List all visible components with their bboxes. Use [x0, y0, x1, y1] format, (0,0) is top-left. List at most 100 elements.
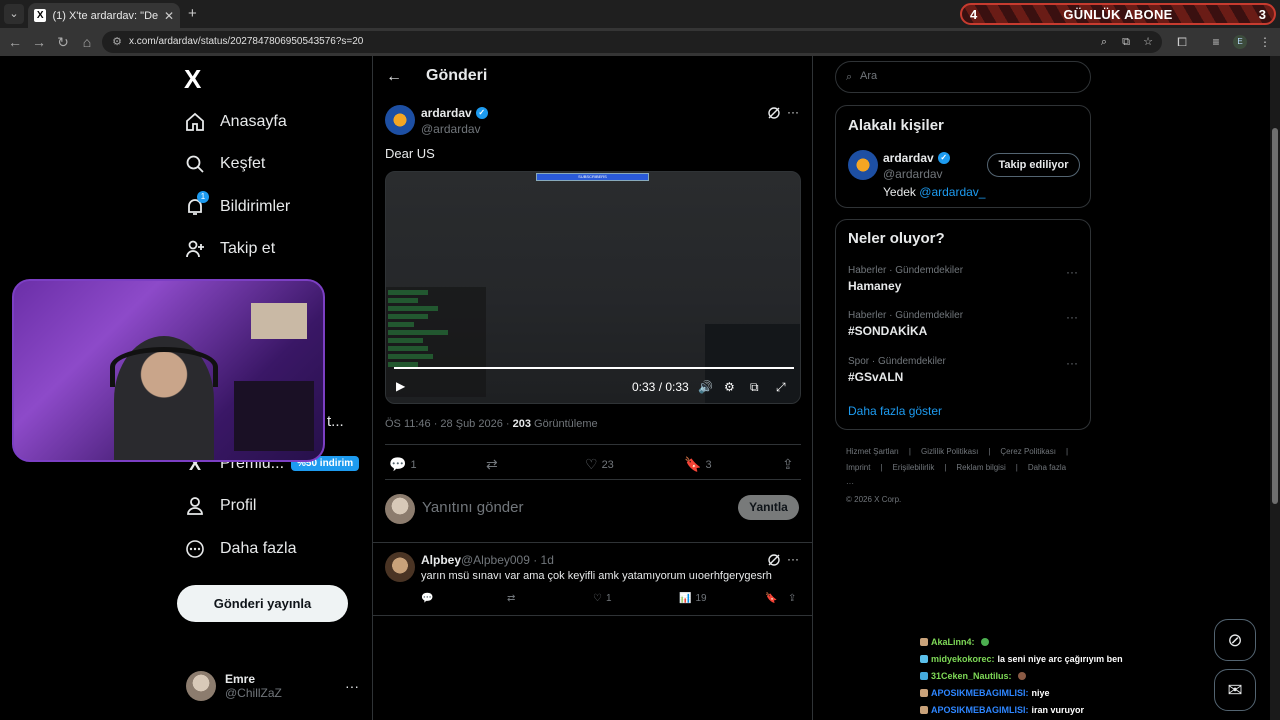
verified-icon: ✓	[475, 107, 488, 119]
footer-separator: |	[880, 463, 883, 472]
nav-item-more[interactable]: Daha fazla	[184, 534, 297, 564]
comment-author-handle[interactable]: @Alpbey009 · 1d	[461, 553, 554, 567]
comment-bookmark-action[interactable]: 🔖	[765, 593, 777, 604]
home-browser-icon[interactable]: ⌂	[78, 33, 96, 51]
trend-more-icon[interactable]: ···	[1066, 265, 1078, 279]
grok-icon[interactable]	[767, 106, 781, 120]
nav-item-follow[interactable]: Takip et	[184, 234, 275, 264]
nav-item-profile[interactable]: Profil	[184, 491, 256, 521]
webcam-background-shelf	[234, 381, 314, 451]
tab-title: (1) X'te ardardav: "Dear US htt	[52, 9, 158, 22]
author-name-row[interactable]: ardardav ✓	[421, 106, 488, 120]
column-divider-right	[812, 56, 813, 720]
profile-avatar[interactable]: E	[1233, 35, 1247, 49]
footer-link[interactable]: Gizlilik Politikası	[921, 447, 978, 456]
comment-views-action[interactable]: 📊 19	[679, 593, 707, 604]
trend-name[interactable]: #SONDAKİKA	[848, 324, 927, 338]
browser-tab-bar: ⌄ X (1) X'te ardardav: "Dear US htt ✕ + …	[0, 0, 1280, 28]
picture-in-picture-icon[interactable]: ⧉	[750, 380, 759, 395]
video-settings-icon[interactable]: ⚙	[724, 380, 735, 394]
related-name-row[interactable]: ardardav ✓	[883, 151, 950, 165]
trend-category[interactable]: Haberler · Gündemdekiler	[848, 310, 963, 321]
grok-icon[interactable]	[767, 553, 781, 567]
back-arrow-icon[interactable]: ←	[386, 68, 402, 86]
tweet-video-player[interactable]: SUBSCRIBERS ▶ 0:33 / 0:33 🔊 ⚙ ⧉ ⤢	[385, 171, 801, 404]
play-icon[interactable]: ▶	[396, 379, 405, 393]
nav-item-home[interactable]: Anasayfa	[184, 107, 287, 137]
bookmark-action[interactable]: 🔖 3	[684, 456, 712, 473]
tweet-more-icon[interactable]: ···	[787, 105, 799, 119]
video-progress-bar[interactable]	[394, 367, 794, 369]
site-info-icon[interactable]: ⚙	[110, 35, 124, 49]
trend-name[interactable]: #GSvALN	[848, 370, 903, 384]
post-button[interactable]: Gönderi yayınla	[177, 585, 348, 622]
x-favicon-icon: X	[34, 9, 47, 22]
forward-icon[interactable]: →	[30, 33, 48, 51]
related-avatar[interactable]	[848, 150, 878, 180]
footer-link[interactable]: Imprint	[846, 463, 870, 472]
retweet-icon: ⇄	[486, 456, 498, 472]
nav-item-notifications[interactable]: 1 Bildirimler	[184, 191, 290, 222]
author-handle[interactable]: @ardardav	[421, 122, 481, 136]
messages-floating-icon[interactable]: ✉	[1214, 669, 1256, 711]
reload-icon[interactable]: ↻	[54, 33, 72, 51]
tab-search-menu-button[interactable]: ⌄	[4, 4, 24, 24]
grok-floating-icon[interactable]: ⊘	[1214, 619, 1256, 661]
fullscreen-icon[interactable]: ⤢	[776, 380, 786, 395]
like-action[interactable]: ♡ 23	[585, 456, 614, 473]
trend-category[interactable]: Haberler · Gündemdekiler	[848, 265, 963, 276]
related-bio-link[interactable]: @ardardav_	[919, 185, 985, 199]
share-action[interactable]: ⇪	[782, 456, 794, 473]
account-name: Emre	[225, 672, 256, 686]
browser-menu-icon[interactable]: ⋮	[1256, 33, 1274, 51]
extensions-icon[interactable]: ⧠	[1173, 33, 1191, 51]
following-button[interactable]: Takip ediliyor	[987, 153, 1080, 177]
x-logo-icon[interactable]: X	[184, 66, 210, 92]
footer-link[interactable]: Erişilebilirlik	[893, 463, 935, 472]
related-bio: Yedek @ardardav_	[883, 185, 985, 199]
person-icon	[184, 495, 206, 517]
url-bar[interactable]: ⚙ x.com/ardardav/status/2027847806950543…	[102, 31, 1162, 53]
page-title: Gönderi	[426, 67, 488, 84]
footer-link[interactable]: Hizmet Şartları	[846, 447, 899, 456]
account-more-icon[interactable]: ···	[345, 678, 359, 694]
tab-close-icon[interactable]: ✕	[164, 9, 174, 23]
footer-separator: |	[908, 447, 911, 456]
footer-copyright: © 2026 X Corp.	[846, 495, 902, 504]
back-icon[interactable]: ←	[6, 33, 24, 51]
trend-more-icon[interactable]: ···	[1066, 356, 1078, 370]
scrollbar-thumb[interactable]	[1272, 128, 1278, 504]
reading-list-icon[interactable]: ≡	[1207, 33, 1225, 51]
reply-button[interactable]: Yanıtla	[738, 495, 799, 520]
browser-tab[interactable]: X (1) X'te ardardav: "Dear US htt ✕	[28, 3, 180, 28]
trend-name[interactable]: Hamaney	[848, 279, 901, 293]
retweet-action[interactable]: ⇄	[486, 456, 502, 473]
tweet-timestamp[interactable]: ÖS 11:46 · 28 Şub 2026 ·	[385, 418, 513, 430]
install-app-icon[interactable]: ⧉	[1118, 34, 1134, 50]
footer-link[interactable]: Reklam bilgisi	[956, 463, 1005, 472]
comment-reply-action[interactable]: 💬	[421, 593, 433, 604]
trend-category[interactable]: Spor · Gündemdekiler	[848, 356, 946, 367]
new-tab-icon[interactable]: +	[188, 5, 197, 22]
bookmark-star-icon[interactable]: ☆	[1140, 34, 1156, 50]
comment-avatar[interactable]	[385, 552, 415, 582]
zoom-icon[interactable]: ⌕	[1096, 34, 1112, 50]
footer-link[interactable]: Çerez Politikası	[1000, 447, 1056, 456]
comment-retweet-action[interactable]: ⇄	[507, 593, 515, 604]
comment-share-action[interactable]: ⇪	[788, 593, 796, 604]
show-more-link[interactable]: Daha fazla göster	[848, 404, 942, 418]
author-avatar[interactable]	[385, 105, 415, 135]
related-handle[interactable]: @ardardav	[883, 167, 943, 181]
volume-icon[interactable]: 🔊	[698, 380, 713, 394]
reply-count: 1	[410, 458, 417, 471]
reply-input[interactable]: Yanıtını gönder	[422, 499, 523, 516]
nav-item-explore[interactable]: Keşfet	[184, 149, 265, 179]
chat-text: iran vuruyor	[1031, 704, 1085, 715]
comment-more-icon[interactable]: ···	[787, 552, 799, 566]
page-scrollbar[interactable]	[1270, 56, 1280, 720]
trend-more-icon[interactable]: ···	[1066, 310, 1078, 324]
reply-action[interactable]: 💬 1	[389, 456, 417, 473]
comment-like-action[interactable]: ♡ 1	[593, 593, 612, 604]
account-switcher[interactable]: Emre @ChillZaZ	[186, 671, 282, 701]
comment-author-name[interactable]: Alpbey	[421, 553, 461, 567]
